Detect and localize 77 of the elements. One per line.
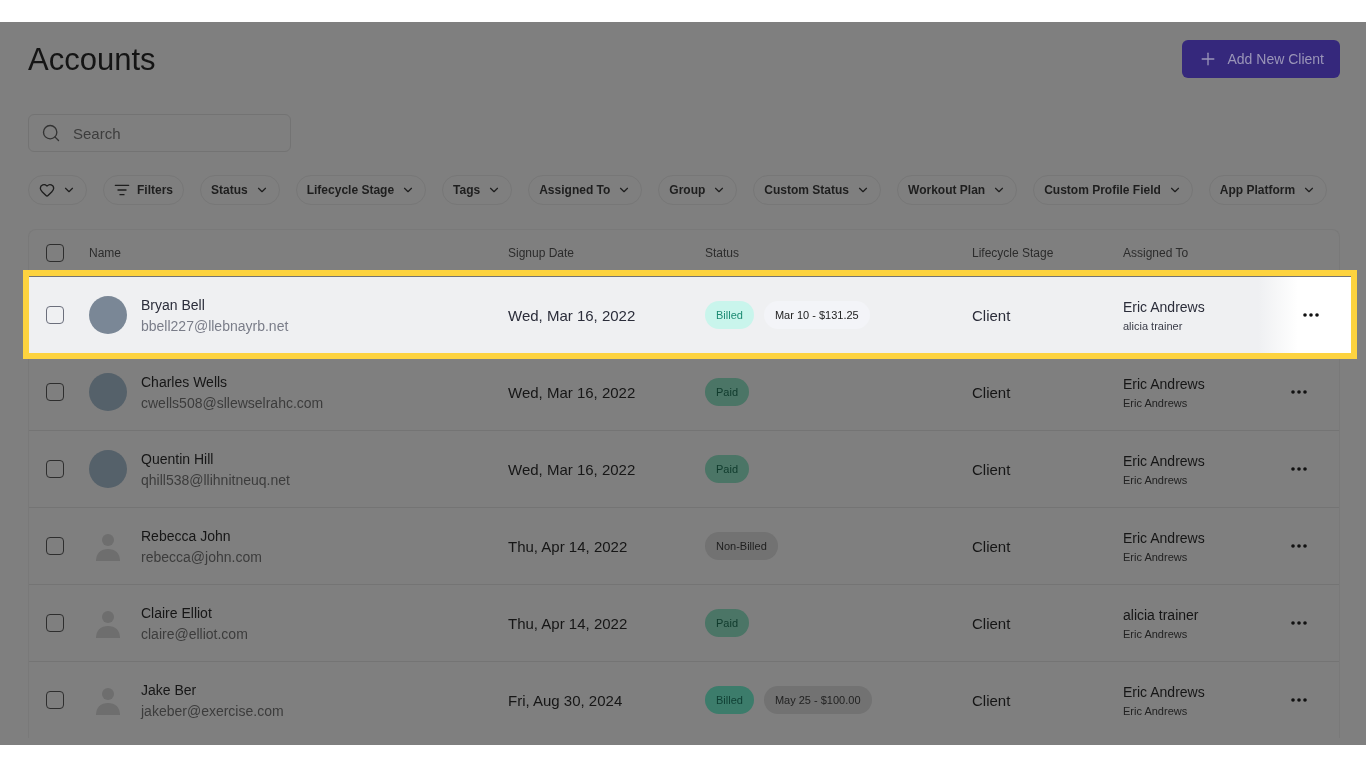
client-email: cwells508@sllewselrahc.com: [141, 394, 324, 411]
assigned-to: Eric Andrews: [1123, 529, 1206, 546]
signup-date: Wed, Mar 16, 2022: [508, 306, 637, 324]
table-row[interactable]: Jake Ber jakeber@exercise.com Fri, Aug 30, 2024 Billed May 25 - $100.00 Client Eric Andrews Eric Andrews: [29, 661, 1339, 738]
client-email: rebecca@john.com: [141, 548, 262, 565]
assigned-secondary: Eric Andrews: [1123, 627, 1189, 640]
more-icon: [1291, 390, 1307, 394]
signup-date: Fri, Aug 30, 2024: [508, 691, 624, 709]
lifecycle-stage: Client: [972, 537, 1012, 555]
assigned-to: Eric Andrews: [1123, 298, 1206, 315]
client-name: Jake Ber: [141, 681, 198, 698]
client-email: claire@elliot.com: [141, 625, 248, 642]
more-icon: [1303, 313, 1319, 317]
search-icon: [41, 123, 61, 143]
row-checkbox[interactable]: [46, 460, 64, 478]
signup-date: Wed, Mar 16, 2022: [508, 383, 637, 401]
assigned-secondary: Eric Andrews: [1123, 473, 1189, 486]
client-email: bbell227@llebnayrb.net: [141, 317, 289, 334]
assigned-to: Eric Andrews: [1123, 375, 1206, 392]
status-badge: Paid: [705, 609, 750, 637]
lifecycle-stage: Client: [972, 691, 1012, 709]
client-email: qhill538@llihnitneuq.net: [141, 471, 290, 488]
status-badge: Billed: [705, 301, 754, 329]
invoice-badge: May 25 - $100.00: [763, 686, 872, 714]
status-badge: Paid: [705, 455, 750, 483]
more-icon: [1291, 544, 1307, 548]
avatar-photo-placeholder: [89, 373, 127, 411]
table-row[interactable]: Claire Elliot claire@elliot.com Thu, Apr 14, 2022 Paid Client alicia trainer Eric Andrews: [29, 584, 1339, 661]
invoice-badge: Mar 10 - $131.25: [763, 301, 870, 329]
status-badge: Paid: [705, 378, 750, 406]
client-name: Rebecca John: [141, 527, 232, 544]
search-field[interactable]: Search: [28, 114, 291, 152]
assigned-to: Eric Andrews: [1123, 452, 1206, 469]
filter-icon: [114, 182, 130, 198]
row-checkbox[interactable]: [46, 306, 64, 324]
client-name: Charles Wells: [141, 373, 229, 390]
status-badge: Billed: [705, 686, 754, 714]
assigned-secondary: Eric Andrews: [1123, 396, 1189, 409]
signup-date: Thu, Apr 14, 2022: [508, 537, 629, 555]
search-input[interactable]: Search: [71, 123, 278, 143]
signup-date: Thu, Apr 14, 2022: [508, 614, 629, 632]
lifecycle-stage: Client: [972, 306, 1012, 324]
assigned-secondary: Eric Andrews: [1123, 550, 1189, 563]
status-badge: Non-Billed: [705, 532, 778, 560]
table-row[interactable]: Quentin Hill qhill538@llihnitneuq.net Wed, Mar 16, 2022 Paid Client Eric Andrews Eric Andrews: [29, 430, 1339, 507]
avatar-photo-placeholder: [89, 450, 127, 488]
client-name: Bryan Bell: [141, 296, 206, 313]
avatar-photo-placeholder: [89, 296, 127, 334]
row-checkbox[interactable]: [46, 614, 64, 632]
row-checkbox[interactable]: [46, 691, 64, 709]
column-header: Signup Date: [508, 246, 576, 260]
lifecycle-stage: Client: [972, 614, 1012, 632]
client-email: jakeber@exercise.com: [141, 702, 284, 719]
column-header: Assigned To: [1123, 246, 1190, 260]
signup-date: Wed, Mar 16, 2022: [508, 460, 637, 478]
add-new-client-button[interactable]: Add New Client: [1181, 40, 1340, 78]
more-icon: [1291, 621, 1307, 625]
heart-icon: [39, 182, 55, 198]
column-header: Name: [89, 246, 122, 260]
table-row[interactable]: Charles Wells cwells508@sllewselrahc.com Wed, Mar 16, 2022 Paid Client Eric Andrews Eric Andrews: [29, 353, 1339, 430]
column-header: Status: [705, 246, 741, 260]
more-icon: [1291, 467, 1307, 471]
column-header: Lifecycle Stage: [972, 246, 1055, 260]
select-all-checkbox[interactable]: [46, 244, 64, 262]
table-row[interactable]: Rebecca John rebecca@john.com Thu, Apr 14, 2022 Non-Billed Client Eric Andrews Eric Andrews: [29, 507, 1339, 584]
client-name: Quentin Hill: [141, 450, 215, 467]
row-checkbox[interactable]: [46, 383, 64, 401]
assigned-to: alicia trainer: [1123, 606, 1200, 623]
assigned-to: Eric Andrews: [1123, 683, 1206, 700]
assigned-secondary: Eric Andrews: [1123, 704, 1189, 717]
assigned-secondary: alicia trainer: [1123, 319, 1184, 332]
row-checkbox[interactable]: [46, 537, 64, 555]
lifecycle-stage: Client: [972, 383, 1012, 401]
lifecycle-stage: Client: [972, 460, 1012, 478]
client-name: Claire Elliot: [141, 604, 213, 621]
more-icon: [1291, 698, 1307, 702]
page-title: Accounts: [28, 42, 156, 78]
